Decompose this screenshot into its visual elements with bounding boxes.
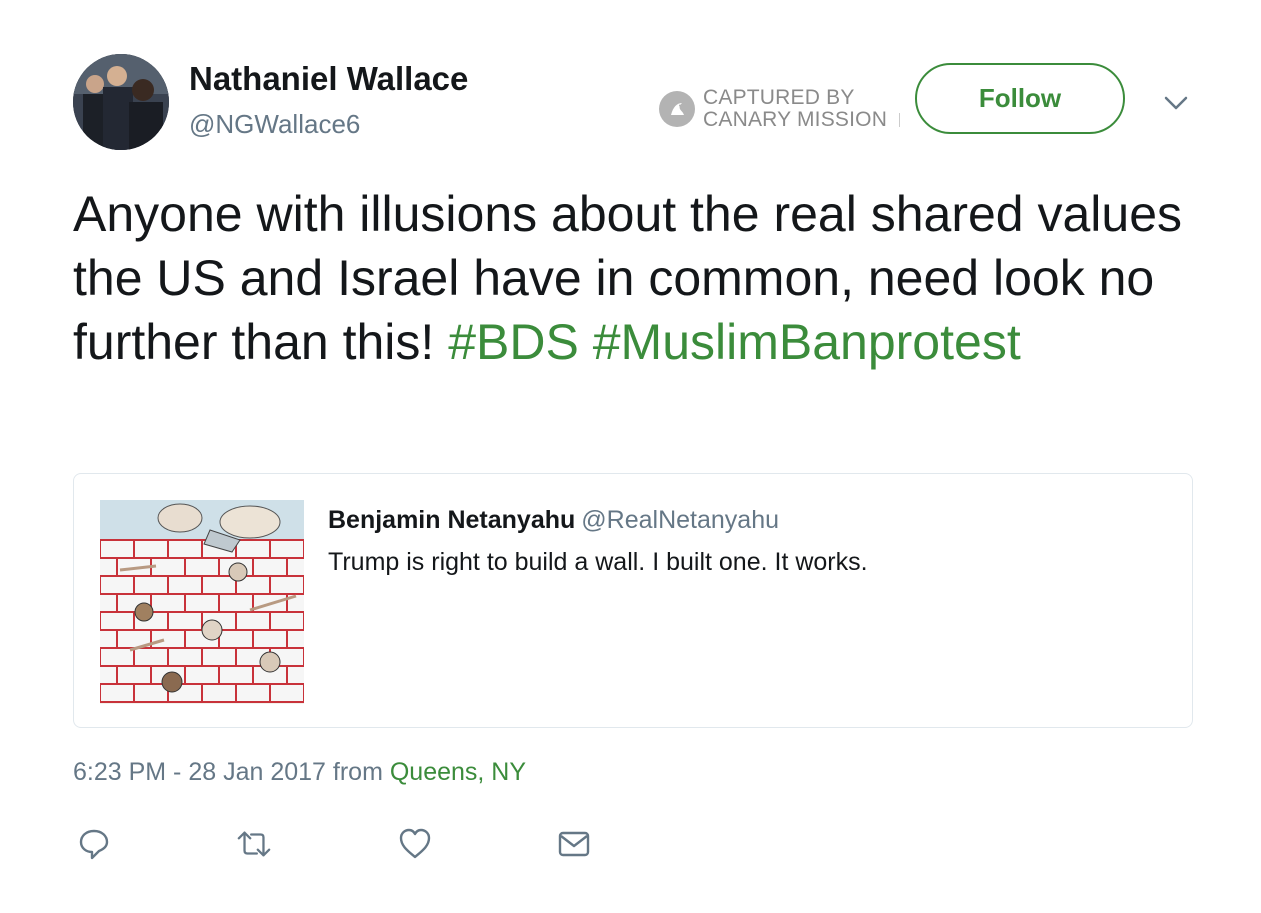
- quoted-tweet-image[interactable]: [100, 500, 304, 704]
- brick-wall-cartoon: [100, 500, 304, 704]
- watermark-text: CAPTURED BY CANARY MISSION: [703, 87, 887, 131]
- from-label: from: [332, 758, 383, 786]
- tweet-meta: 6:23 PM - 28 Jan 2017 from Queens, NY: [73, 758, 526, 787]
- envelope-icon[interactable]: [556, 826, 592, 862]
- canary-mission-watermark: CAPTURED BY CANARY MISSION: [659, 86, 901, 132]
- chevron-down-icon[interactable]: [1161, 88, 1191, 118]
- quoted-tweet-card[interactable]: Benjamin Netanyahu @RealNetanyahu Trump i…: [73, 473, 1193, 728]
- watermark-line-1: CAPTURED BY: [703, 86, 855, 109]
- tweet-timestamp[interactable]: 6:23 PM - 28 Jan 2017: [73, 758, 326, 786]
- avatar-photo: [73, 54, 169, 150]
- quoted-author-handle: @RealNetanyahu: [581, 506, 779, 534]
- heart-icon[interactable]: [397, 826, 433, 862]
- hashtag-muslimbanprotest[interactable]: #MuslimBanprotest: [593, 314, 1021, 370]
- tweet-text: Anyone with illusions about the real sha…: [73, 182, 1193, 374]
- tweet-location[interactable]: Queens, NY: [390, 758, 526, 786]
- quoted-author-name: Benjamin Netanyahu: [328, 506, 576, 534]
- quoted-tweet-header: Benjamin Netanyahu @RealNetanyahu: [328, 506, 779, 535]
- author-name[interactable]: Nathaniel Wallace: [189, 60, 468, 98]
- retweet-icon[interactable]: [236, 826, 272, 862]
- quoted-tweet-text: Trump is right to build a wall. I built …: [328, 548, 868, 576]
- avatar[interactable]: [73, 54, 169, 150]
- watermark-line-2: CANARY MISSION: [703, 108, 888, 131]
- watermark-divider: [899, 113, 901, 127]
- canary-logo-icon: [659, 91, 695, 127]
- follow-button[interactable]: Follow: [915, 63, 1125, 134]
- hashtag-bds[interactable]: #BDS: [448, 314, 579, 370]
- reply-icon[interactable]: [76, 826, 112, 862]
- author-handle[interactable]: @NGWallace6: [189, 109, 360, 140]
